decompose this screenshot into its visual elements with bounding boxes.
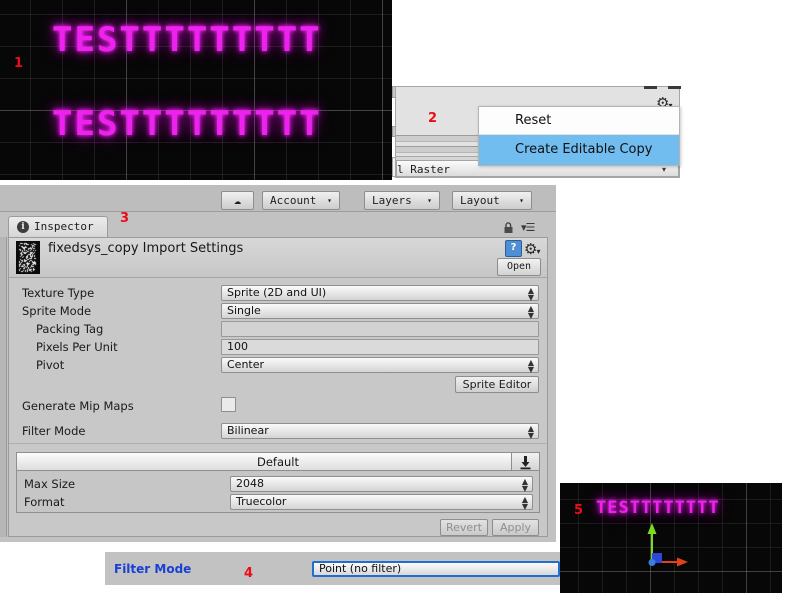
filter-mode-override-label: Filter Mode: [114, 562, 192, 576]
chevron-down-icon: ▾: [327, 196, 332, 205]
field-label-format: Format: [24, 495, 65, 509]
window-maximize-button[interactable]: [668, 86, 681, 89]
open-button[interactable]: Open: [497, 258, 541, 276]
sprite-editor-button[interactable]: Sprite Editor: [455, 376, 539, 393]
apply-button[interactable]: Apply: [492, 519, 539, 536]
packing-tag-input[interactable]: [221, 321, 539, 337]
updown-arrows-icon: ▲ ▼: [527, 358, 534, 374]
platform-tab-default[interactable]: Default: [16, 452, 540, 471]
format-value: Truecolor: [236, 495, 287, 508]
account-dropdown-label: Account: [270, 194, 317, 207]
scene-bottom-text: TESTTTTTTTT: [596, 498, 720, 518]
info-icon: i: [17, 221, 29, 233]
asset-thumbnail[interactable]: [16, 241, 40, 274]
pixels-per-unit-value: 100: [227, 340, 248, 353]
field-label-filter-mode: Filter Mode: [22, 424, 86, 438]
updown-arrows-icon: ▲ ▼: [521, 495, 528, 511]
tab-inspector[interactable]: i Inspector: [8, 216, 108, 237]
filter-mode-point-dropdown[interactable]: Point (no filter): [312, 561, 560, 577]
help-book-icon[interactable]: ?: [505, 240, 522, 257]
filter-mode-point-value: Point (no filter): [319, 562, 402, 575]
filter-mode-value: Bilinear: [227, 424, 269, 437]
sprite-mode-dropdown[interactable]: Single ▲ ▼: [221, 303, 539, 320]
generate-mip-maps-checkbox[interactable]: [221, 397, 236, 412]
revert-button[interactable]: Revert: [440, 519, 488, 536]
account-dropdown[interactable]: Account ▾: [262, 191, 340, 210]
sprite-mode-value: Single: [227, 304, 261, 317]
hamburger-menu-icon[interactable]: ▾☰: [521, 221, 535, 234]
lock-icon[interactable]: [503, 219, 514, 233]
page-title: fixedsys_copy Import Settings: [48, 241, 244, 256]
transform-gizmo[interactable]: [630, 520, 710, 580]
layout-dropdown-label: Layout: [460, 194, 500, 207]
field-label-max-size: Max Size: [24, 477, 76, 491]
updown-arrows-icon: ▲ ▼: [527, 286, 534, 302]
popup-menu[interactable]: Reset Create Editable Copy: [478, 106, 680, 166]
updown-arrows-icon: ▲ ▼: [527, 304, 534, 320]
field-label-generate-mip-maps: Generate Mip Maps: [22, 399, 134, 413]
chevron-down-icon: ▾: [519, 196, 524, 205]
chevron-down-icon: ▾: [536, 247, 541, 256]
platform-tab-label: Default: [256, 455, 300, 469]
raster-dropdown-label: l Raster: [397, 163, 450, 176]
field-label-pivot: Pivot: [36, 358, 65, 372]
updown-arrows-icon: ▲ ▼: [527, 424, 534, 440]
max-size-dropdown[interactable]: 2048 ▲ ▼: [230, 476, 533, 493]
annotation-marker-5: 5: [574, 503, 584, 518]
field-label-sprite-mode: Sprite Mode: [22, 304, 92, 318]
updown-arrows-icon: ▲ ▼: [521, 477, 528, 493]
scene-text-line-1: TESTTTTTTTTT: [52, 20, 322, 60]
max-size-value: 2048: [236, 477, 264, 490]
pivot-dropdown[interactable]: Center ▲ ▼: [221, 357, 539, 374]
format-dropdown[interactable]: Truecolor ▲ ▼: [230, 494, 533, 511]
annotation-marker-4: 4: [244, 566, 254, 581]
field-label-packing-tag: Packing Tag: [36, 322, 104, 336]
field-label-texture-type: Texture Type: [22, 286, 95, 300]
texture-type-value: Sprite (2D and UI): [227, 286, 327, 299]
gear-icon[interactable]: ⚙▾: [524, 239, 540, 258]
field-label-pixels-per-unit: Pixels Per Unit: [36, 340, 118, 354]
annotation-marker-1: 1: [14, 56, 24, 71]
chevron-down-icon: ▾: [662, 165, 667, 174]
annotation-marker-3: 3: [120, 211, 130, 226]
window-minimize-button[interactable]: [644, 86, 657, 89]
scene-view-top[interactable]: TESTTTTTTTTT TESTTTTTTTTT 1: [0, 0, 392, 180]
menu-item-create-editable-copy[interactable]: Create Editable Copy: [479, 135, 679, 165]
tab-inspector-label: Inspector: [34, 220, 94, 233]
layers-dropdown[interactable]: Layers ▾: [364, 191, 440, 210]
pivot-value: Center: [227, 358, 265, 371]
filter-mode-dropdown[interactable]: Bilinear ▲ ▼: [221, 423, 539, 440]
texture-type-dropdown[interactable]: Sprite (2D and UI) ▲ ▼: [221, 285, 539, 302]
layout-dropdown[interactable]: Layout ▾: [452, 191, 532, 210]
context-window-row-b: [396, 146, 484, 153]
context-window-row-a: [396, 135, 484, 142]
section-divider: [9, 443, 547, 444]
chevron-down-icon: ▾: [427, 196, 432, 205]
scene-text-line-2: TESTTTTTTTTT: [52, 104, 322, 144]
inspector-left-rail: [0, 237, 7, 537]
download-icon[interactable]: [511, 452, 540, 471]
cloud-icon: ☁: [233, 193, 242, 207]
layers-dropdown-label: Layers: [372, 194, 412, 207]
annotation-marker-2: 2: [428, 111, 438, 126]
pixels-per-unit-input[interactable]: 100: [221, 339, 539, 355]
cloud-icon-button[interactable]: ☁: [221, 191, 254, 210]
menu-item-reset[interactable]: Reset: [479, 107, 679, 135]
